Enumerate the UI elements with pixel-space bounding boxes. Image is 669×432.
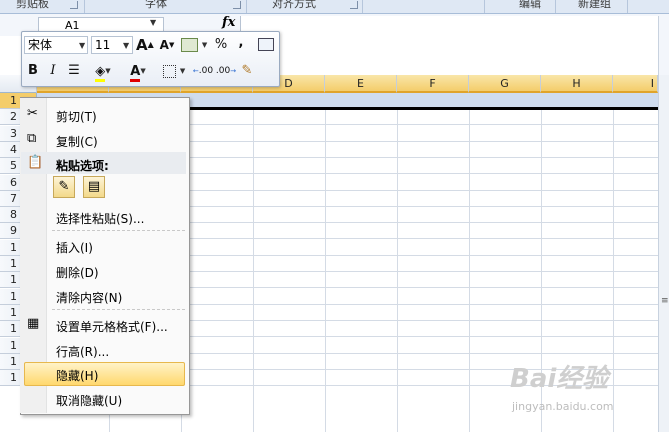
borders-icon xyxy=(162,64,176,78)
insert-function-icon[interactable]: fx xyxy=(222,15,235,30)
increase-decimal-label: .00 xyxy=(198,66,214,76)
ribbon-group-alignment: 对齐方式 xyxy=(272,0,316,10)
decrease-decimal-icon: → xyxy=(230,67,237,75)
ribbon-group-new: 新建组 xyxy=(578,0,611,10)
shrink-font-label: A xyxy=(159,38,169,52)
accounting-format-icon xyxy=(180,38,198,52)
grow-font-label: A xyxy=(136,36,148,54)
grid-line xyxy=(469,93,470,432)
paste-option-keep-format[interactable]: ✎ xyxy=(53,176,75,198)
ribbon-separator xyxy=(627,0,628,13)
clipboard-launcher-icon[interactable] xyxy=(70,1,78,9)
menu-separator xyxy=(52,309,185,311)
ribbon-group-editing: 编辑 xyxy=(519,0,541,10)
scissors-icon: ✂ xyxy=(27,106,38,121)
formula-bar-expand[interactable] xyxy=(658,16,669,76)
menu-item-format-cells[interactable]: 设置单元格格式(F)... xyxy=(56,318,168,335)
decrease-decimal-button[interactable]: .00→ xyxy=(215,61,237,81)
paste-values-icon: ▤ xyxy=(87,179,101,194)
ribbon-group-font: 字体 xyxy=(145,0,167,10)
clipboard-icon: 📋 xyxy=(27,155,44,170)
paste-option-values[interactable]: ▤ xyxy=(83,176,105,198)
column-header-i[interactable]: I xyxy=(613,75,658,93)
dropdown-arrow-icon[interactable]: ▼ xyxy=(180,67,185,75)
menu-item-clear-contents[interactable]: 清除内容(N) xyxy=(56,289,122,306)
paste-options-label: 粘贴选项: xyxy=(56,159,109,173)
ribbon-separator xyxy=(484,0,485,13)
italic-button[interactable]: I xyxy=(47,61,59,81)
formula-input[interactable] xyxy=(240,16,661,76)
bold-button[interactable]: B xyxy=(26,61,40,81)
alignment-launcher-icon[interactable] xyxy=(350,1,358,9)
font-launcher-icon[interactable] xyxy=(233,1,241,9)
format-cells-icon: ▦ xyxy=(27,316,40,331)
menu-item-hide-highlight xyxy=(24,362,185,386)
ribbon-group-strip: 剪贴板 字体 对齐方式 编辑 新建组 xyxy=(0,0,669,14)
dropdown-arrow-icon[interactable]: ▼ xyxy=(202,41,207,49)
dropdown-arrow-icon[interactable]: ▼ xyxy=(140,67,145,75)
grow-font-icon: ▲ xyxy=(147,40,154,49)
font-size-dropdown-icon[interactable]: ▼ xyxy=(123,41,129,50)
column-header-g[interactable]: G xyxy=(469,75,541,93)
ribbon-separator xyxy=(362,0,363,13)
increase-decimal-button[interactable]: ←.00 xyxy=(192,61,214,81)
format-painter-button[interactable] xyxy=(258,35,274,55)
watermark-logo: Bai经验 xyxy=(510,364,609,394)
accounting-format-button[interactable]: ▼ xyxy=(179,35,209,55)
decrease-decimal-label: .00 xyxy=(215,66,231,76)
paste-icon: ✎ xyxy=(58,179,70,194)
align-center-icon: ☰ xyxy=(68,63,80,78)
font-color-label: A xyxy=(130,64,141,82)
borders-button[interactable]: ▼ xyxy=(159,61,189,81)
font-name-dropdown-icon[interactable]: ▼ xyxy=(79,41,85,50)
paint-bucket-icon: ◈ xyxy=(95,64,106,82)
menu-item-paste-special[interactable]: 选择性粘贴(S)... xyxy=(56,210,144,227)
name-box-dropdown-icon[interactable]: ▼ xyxy=(150,18,156,27)
shrink-font-icon: ▼ xyxy=(168,41,175,49)
column-header-e[interactable]: E xyxy=(325,75,397,93)
menu-item-hide[interactable]: 隐藏(H) xyxy=(56,367,98,384)
dropdown-arrow-icon[interactable]: ▼ xyxy=(105,67,110,75)
column-header-h[interactable]: H xyxy=(541,75,613,93)
ribbon-group-clipboard: 剪贴板 xyxy=(16,0,49,10)
menu-item-copy[interactable]: 复制(C) xyxy=(56,133,98,150)
menu-item-insert[interactable]: 插入(I) xyxy=(56,239,93,256)
comma-style-button[interactable]: , xyxy=(236,33,246,53)
font-color-button[interactable]: A▼ xyxy=(123,61,153,82)
format-cells-icon xyxy=(258,38,274,51)
grow-font-button[interactable]: A▲ xyxy=(136,35,154,55)
format-painter-brush-button[interactable]: ✎ xyxy=(239,61,255,81)
grid-line xyxy=(325,93,326,432)
menu-item-cut[interactable]: 剪切(T) xyxy=(56,108,97,125)
ribbon-separator xyxy=(246,0,247,13)
center-align-button[interactable]: ☰ xyxy=(66,61,82,81)
baidu-jingyan-watermark: Bai经验 jingyan.baidu.com xyxy=(506,358,666,418)
paintbrush-icon: ✎ xyxy=(241,63,253,78)
grid-line xyxy=(253,93,254,432)
watermark-url: jingyan.baidu.com xyxy=(512,400,614,413)
ribbon-separator xyxy=(84,0,85,13)
menu-item-row-height[interactable]: 行高(R)... xyxy=(56,343,109,360)
column-header-f[interactable]: F xyxy=(397,75,469,93)
menu-item-delete[interactable]: 删除(D) xyxy=(56,264,99,281)
ribbon-separator xyxy=(555,0,556,13)
fill-color-button[interactable]: ◈▼ xyxy=(88,61,118,82)
grid-line xyxy=(397,93,398,432)
scroll-grip-icon[interactable]: ≡ xyxy=(661,296,669,306)
percent-style-button[interactable]: % xyxy=(214,35,228,55)
menu-item-unhide[interactable]: 取消隐藏(U) xyxy=(56,392,122,409)
menu-separator xyxy=(52,230,185,232)
mini-toolbar: 宋体 ▼ 11 ▼ A▲ A▼ ▼ % , B I ☰ ◈▼ A▼ ▼ ←.00… xyxy=(21,31,280,87)
copy-icon: ⧉ xyxy=(27,131,37,146)
shrink-font-button[interactable]: A▼ xyxy=(159,35,175,55)
